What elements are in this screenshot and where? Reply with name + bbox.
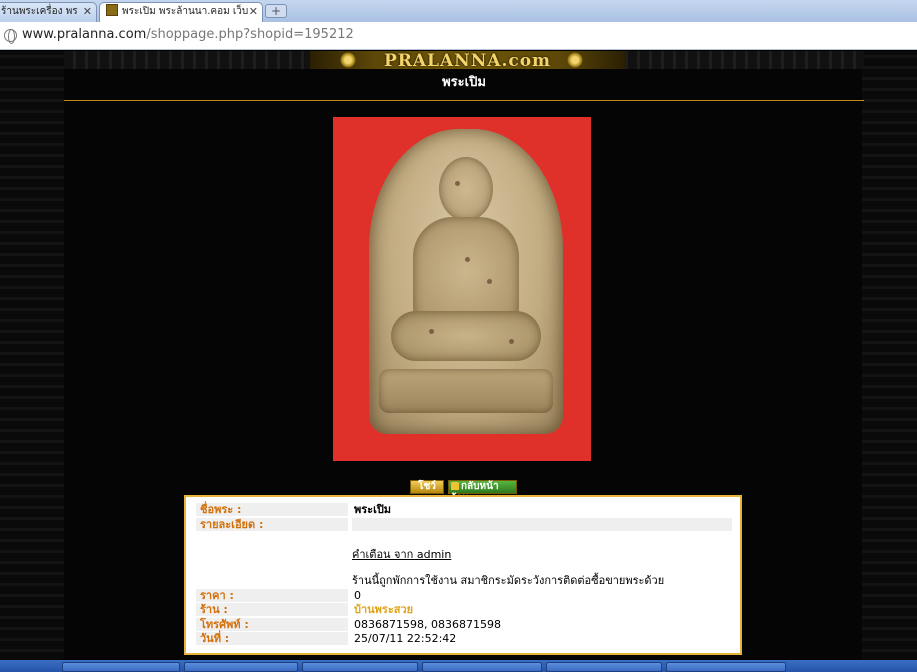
spot xyxy=(455,181,460,186)
url-host: www.pralanna.com xyxy=(22,27,147,42)
spot xyxy=(429,329,434,334)
taskbar-item[interactable] xyxy=(666,662,786,672)
tab-current-page[interactable]: พระเปิม พระล้านนา.คอม เว็บ ✕ xyxy=(99,2,263,22)
right-pattern-decoration xyxy=(862,51,917,660)
tab-close-icon[interactable]: ✕ xyxy=(249,3,258,21)
url-text[interactable]: www.pralanna.com/shoppage.php?shopid=195… xyxy=(22,27,354,42)
address-bar[interactable]: www.pralanna.com/shoppage.php?shopid=195… xyxy=(0,22,917,50)
ornament-icon xyxy=(567,52,583,68)
date-value: 25/07/11 22:52:42 xyxy=(354,632,457,645)
page-title: พระเปิม xyxy=(442,75,486,90)
amulet-info-box: ชื่อพระ : พระเปิม รายละเอียด : คำเตือน จ… xyxy=(184,495,742,655)
detail-label: รายละเอียด : xyxy=(196,518,348,531)
tab-title: พระเปิม พระล้านนา.คอม เว็บ xyxy=(122,6,249,17)
tab-shop-list[interactable]: ร้านพระเครื่อง พร ✕ xyxy=(0,2,97,22)
info-row-phone: โทรศัพท์ : 0836871598, 0836871598 xyxy=(196,618,732,631)
date-label: วันที่ : xyxy=(196,632,348,645)
site-favicon-icon xyxy=(106,4,118,16)
spot xyxy=(509,339,514,344)
site-banner[interactable]: PRALANNA.com xyxy=(310,51,625,71)
buddha-legs-shape xyxy=(391,311,541,361)
shop-label: ร้าน : xyxy=(196,603,348,616)
info-row-name: ชื่อพระ : พระเปิม xyxy=(196,503,732,516)
price-label: ราคา : xyxy=(196,589,348,602)
taskbar-item[interactable] xyxy=(422,662,542,672)
show-button[interactable]: โชว์ xyxy=(410,480,444,494)
warning-text: ร้านนี้ถูกพักการใช้งาน สมาชิกระมัดระวังก… xyxy=(352,574,665,587)
info-row-price: ราคา : 0 xyxy=(196,589,732,602)
name-value: พระเปิม xyxy=(354,503,392,516)
amulet-photo[interactable] xyxy=(333,117,591,461)
shop-value[interactable]: บ้านพระสวย xyxy=(354,603,413,616)
back-to-shop-button[interactable]: กลับหน้าร้าน xyxy=(448,480,517,504)
tab-title: ร้านพระเครื่อง พร xyxy=(1,6,78,17)
left-pattern-decoration xyxy=(0,51,64,660)
info-row-warning-link: คำเตือน จาก admin xyxy=(196,548,732,561)
buddha-head-shape xyxy=(439,157,493,221)
admin-warning-link[interactable]: คำเตือน จาก admin xyxy=(352,548,451,561)
spot xyxy=(487,279,492,284)
taskbar-item[interactable] xyxy=(302,662,418,672)
info-row-shop: ร้าน : บ้านพระสวย xyxy=(196,603,732,616)
ornament-icon xyxy=(340,52,356,68)
buddha-base-shape xyxy=(379,369,553,413)
info-row-date: วันที่ : 25/07/11 22:52:42 xyxy=(196,632,732,645)
tab-close-icon[interactable]: ✕ xyxy=(83,3,92,21)
globe-icon xyxy=(4,29,17,44)
phone-label: โทรศัพท์ : xyxy=(196,618,348,631)
home-icon xyxy=(451,482,459,490)
name-label: ชื่อพระ : xyxy=(196,503,348,516)
price-value: 0 xyxy=(354,589,361,602)
divider xyxy=(64,100,864,101)
detail-value-background xyxy=(352,518,732,531)
url-path: /shoppage.php?shopid=195212 xyxy=(146,27,354,42)
info-row-warning-text: ร้านนี้ถูกพักการใช้งาน สมาชิกระมัดระวังก… xyxy=(196,574,732,587)
taskbar-item[interactable] xyxy=(546,662,662,672)
taskbar-item[interactable] xyxy=(62,662,180,672)
browser-tab-bar: ร้านพระเครื่อง พร ✕ พระเปิม พระล้านนา.คอ… xyxy=(0,0,917,22)
page-content: PRALANNA.com พระเปิม โชว์ กลับหน้าร้าน ช… xyxy=(0,51,917,660)
phone-value: 0836871598, 0836871598 xyxy=(354,618,501,631)
new-tab-button[interactable]: + xyxy=(265,4,287,18)
site-logo: PRALANNA.com xyxy=(383,51,552,71)
spot xyxy=(465,257,470,262)
taskbar-item[interactable] xyxy=(184,662,298,672)
amulet-image xyxy=(369,129,563,434)
os-taskbar xyxy=(0,660,917,672)
info-row-detail: รายละเอียด : xyxy=(196,518,732,531)
